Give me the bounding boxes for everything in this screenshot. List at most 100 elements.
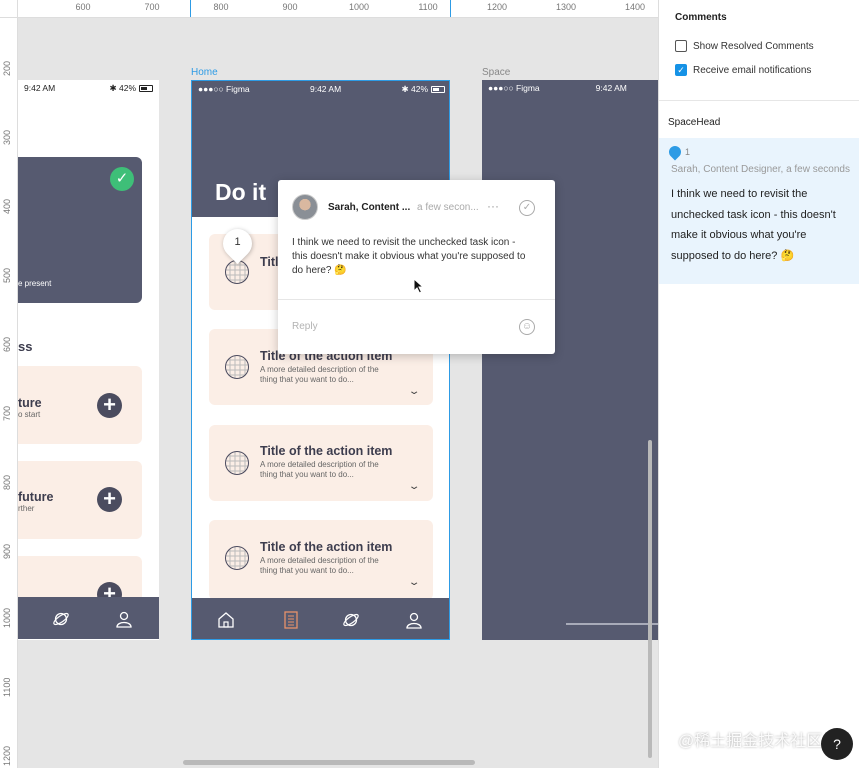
divider xyxy=(278,299,555,300)
comment-author: Sarah, Content ... xyxy=(328,202,411,213)
ruler-tick: 1100 xyxy=(2,677,12,697)
home-phone-frame[interactable]: ●●●○○ Figma 9:42 AM ✱ 42% Do it Title Ti… xyxy=(191,80,450,640)
panel-title: Comments xyxy=(675,12,727,23)
unchecked-task-icon[interactable] xyxy=(225,355,249,379)
email-notifications-toggle[interactable]: ✓ Receive email notifications xyxy=(675,64,811,76)
status-carrier: ●●●○○ Figma xyxy=(488,83,540,93)
ruler-tick: 800 xyxy=(213,2,229,12)
ruler-tick: 600 xyxy=(75,2,91,12)
ruler-tick: 900 xyxy=(282,2,298,12)
ruler-tick: 1000 xyxy=(2,607,12,628)
status-bar: 9:42 AM ✱ 42% xyxy=(18,80,159,96)
checkbox[interactable]: ✓ xyxy=(675,64,687,76)
ruler-tick: 1200 xyxy=(486,2,508,12)
card-desc: A more detailed description of the thing… xyxy=(260,460,379,479)
battery-icon xyxy=(431,85,445,93)
space-phone-frame[interactable]: ●●●○○ Figma 9:42 AM xyxy=(482,80,658,640)
battery-percent: 42% xyxy=(118,82,136,93)
add-icon[interactable]: + xyxy=(97,487,122,512)
list-item[interactable]: Title of the action item A more detailed… xyxy=(209,520,433,600)
status-bar: ●●●○○ Figma 9:42 AM xyxy=(482,80,658,96)
ruler-tick: 1200 xyxy=(2,745,12,766)
design-canvas[interactable]: 9:42 AM ✱ 42% ✓ e present ss ture o star… xyxy=(18,18,658,768)
status-bar: ●●●○○ Figma 9:42 AM ✱ 42% xyxy=(192,81,449,97)
document-icon[interactable] xyxy=(282,611,300,629)
help-button[interactable]: ? xyxy=(821,728,853,760)
progress-card[interactable]: ✓ e present xyxy=(18,157,142,303)
checkbox[interactable] xyxy=(675,40,687,52)
list-item[interactable]: Title of the action item A more detailed… xyxy=(209,425,433,501)
card-title: ture xyxy=(18,396,42,410)
ruler-selection-marker xyxy=(450,0,451,17)
card-title: Title of the action item xyxy=(260,540,393,554)
ruler-tick: 800 xyxy=(2,474,12,490)
thread-text: I think we need to revisit the unchecked… xyxy=(671,188,836,262)
section-heading: ss xyxy=(18,339,33,354)
ruler-tick: 1300 xyxy=(555,2,577,12)
unchecked-task-icon[interactable] xyxy=(225,546,249,570)
battery-percent: 42% xyxy=(410,83,428,94)
ruler-tick: 900 xyxy=(2,543,12,559)
ruler-selection-marker xyxy=(190,0,191,17)
resolve-check-icon[interactable]: ✓ xyxy=(519,200,535,216)
reply-input[interactable]: Reply xyxy=(292,321,318,332)
status-time: 9:42 AM xyxy=(24,83,56,93)
status-time: 9:42 AM xyxy=(309,84,342,94)
frame-label-space[interactable]: Space xyxy=(482,67,510,78)
ruler-tick: 700 xyxy=(144,2,160,12)
tab-bar xyxy=(18,597,159,639)
frame-label-home[interactable]: Home xyxy=(191,67,218,78)
profile-icon[interactable] xyxy=(115,610,133,628)
tab-bar xyxy=(192,598,449,639)
ruler-corner xyxy=(0,0,18,18)
card-desc: o start xyxy=(18,410,41,419)
comment-popup[interactable]: Sarah, Content ... a few secon... ··· ✓ … xyxy=(278,180,555,354)
show-resolved-toggle[interactable]: Show Resolved Comments xyxy=(675,40,814,52)
vertical-scrollbar[interactable] xyxy=(648,440,652,758)
divider xyxy=(659,100,859,101)
mouse-cursor-icon xyxy=(413,278,424,294)
list-item[interactable]: ture o start + xyxy=(18,366,142,444)
check-icon: ✓ xyxy=(110,167,134,191)
card-title: future xyxy=(18,490,54,504)
chevron-down-icon[interactable]: ⌄ xyxy=(408,577,421,588)
present-text: e present xyxy=(18,279,52,288)
comment-body: I think we need to revisit the unchecked… xyxy=(292,237,526,276)
add-icon[interactable]: + xyxy=(97,393,122,418)
ruler-tick: 200 xyxy=(2,60,12,76)
planet-icon[interactable] xyxy=(52,610,70,628)
page-name: SpaceHead xyxy=(668,117,721,128)
planet-icon[interactable] xyxy=(342,611,360,629)
thread-byline: Sarah, Content Designer, a few seconds xyxy=(671,164,850,175)
avatar xyxy=(292,194,318,220)
status-carrier: ●●●○○ Figma xyxy=(198,84,250,94)
watermark: @稀土掘金技术社区 xyxy=(678,733,823,750)
card-desc: rther xyxy=(18,504,35,513)
page-title: Do it xyxy=(215,179,267,205)
profile-icon[interactable] xyxy=(405,611,423,629)
emoji-icon[interactable]: ☺ xyxy=(519,319,535,335)
comment-pin-icon xyxy=(666,143,684,161)
vertical-ruler: 200 300 400 500 600 700 800 900 1000 110… xyxy=(0,18,18,768)
status-battery: ✱ 42% xyxy=(110,82,153,94)
unchecked-task-icon[interactable] xyxy=(225,451,249,475)
battery-icon xyxy=(139,84,153,92)
status-battery: ✱ 42% xyxy=(402,83,445,95)
ruler-tick: 500 xyxy=(2,267,12,283)
status-time: 9:42 AM xyxy=(595,83,627,93)
ruler-tick: 300 xyxy=(2,129,12,145)
more-options-icon[interactable]: ··· xyxy=(487,199,499,213)
chevron-down-icon[interactable]: ⌄ xyxy=(408,481,421,492)
left-phone-frame[interactable]: 9:42 AM ✱ 42% ✓ e present ss ture o star… xyxy=(18,80,159,640)
comment-thread[interactable]: 1 Sarah, Content Designer, a few seconds… xyxy=(659,138,859,284)
option-label: Receive email notifications xyxy=(693,64,812,76)
comment-timestamp: a few secon... xyxy=(417,202,479,213)
ruler-tick: 700 xyxy=(2,405,12,421)
horizontal-scrollbar[interactable] xyxy=(183,760,475,765)
horizontal-ruler: 600 700 800 900 1000 1100 1200 1300 1400 xyxy=(0,0,658,18)
card-desc: A more detailed description of the thing… xyxy=(260,556,379,575)
home-icon[interactable] xyxy=(217,611,235,629)
chevron-down-icon[interactable]: ⌄ xyxy=(408,386,421,397)
list-item[interactable]: future rther + xyxy=(18,461,142,539)
option-label: Show Resolved Comments xyxy=(693,40,814,52)
